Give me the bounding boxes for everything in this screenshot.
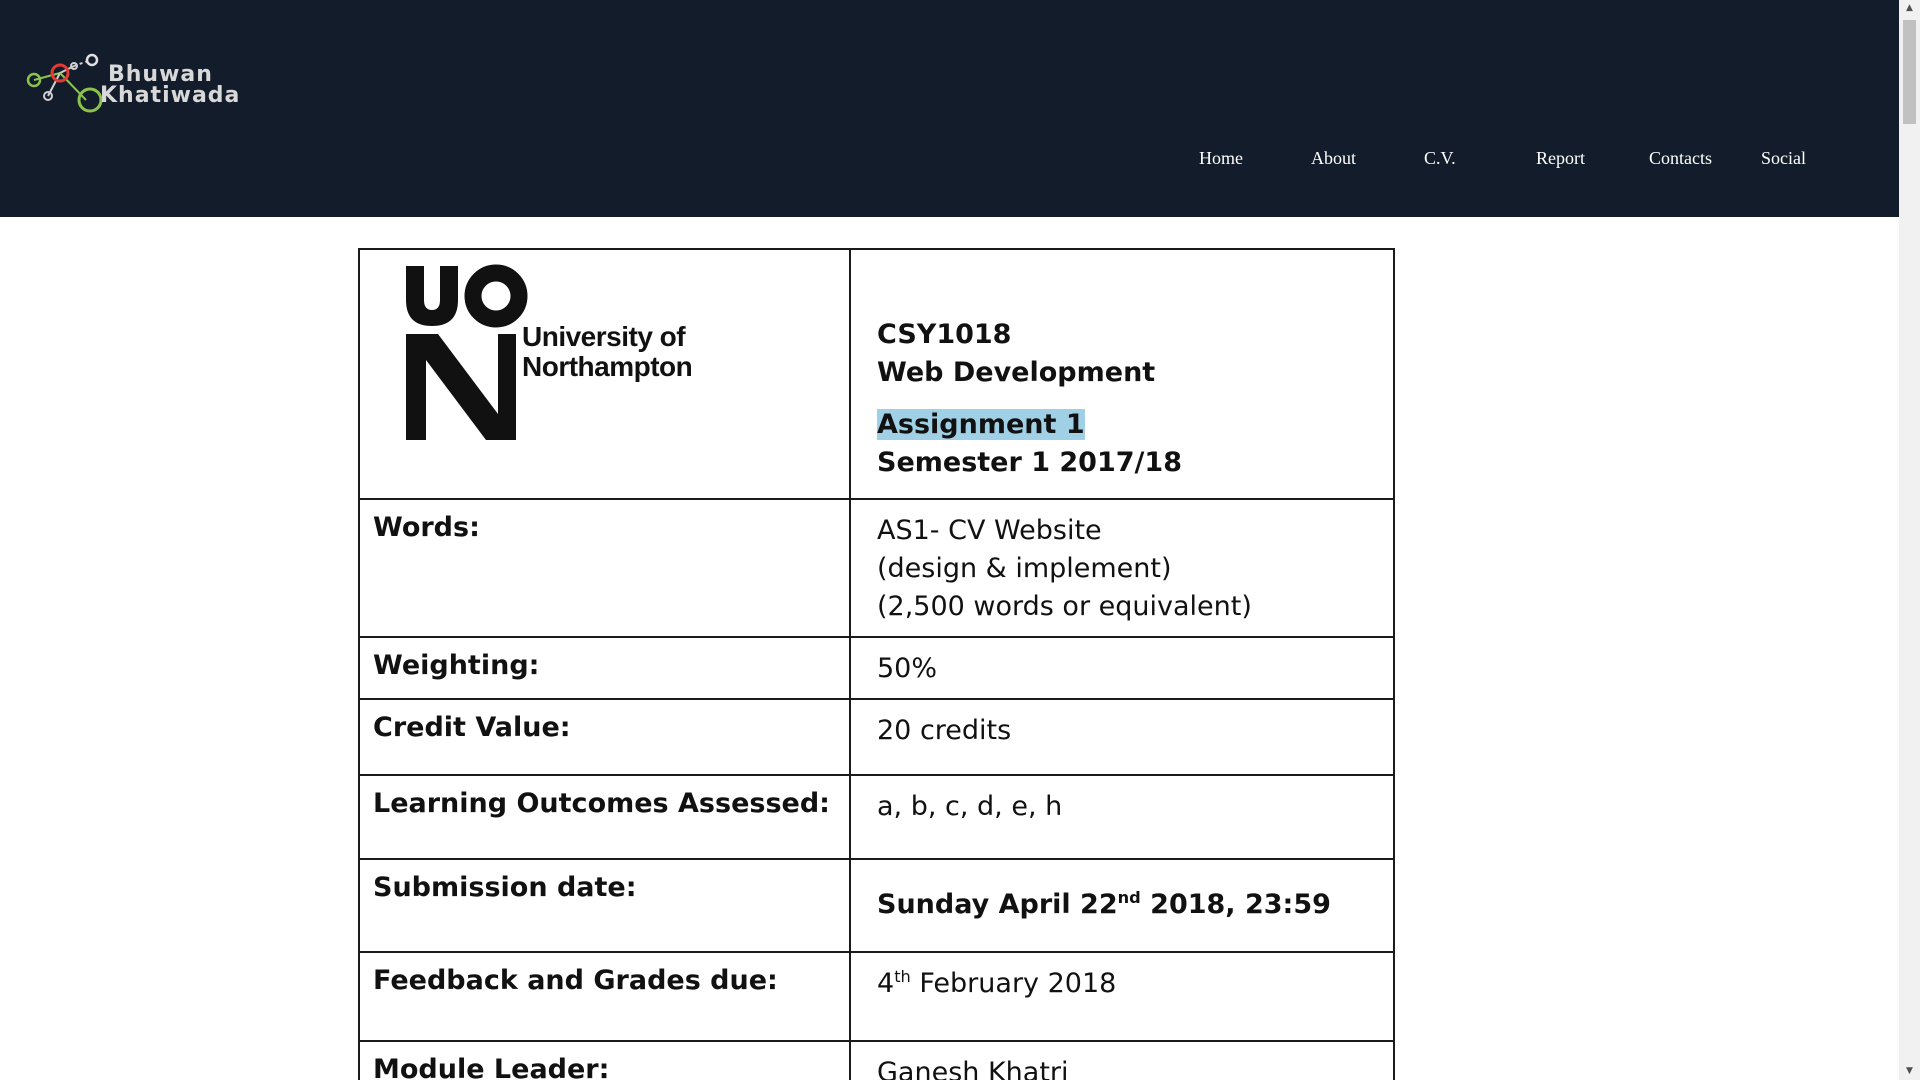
value-line: (design & implement) bbox=[877, 553, 1172, 584]
scroll-down-icon[interactable]: ▼ bbox=[1899, 1063, 1920, 1080]
date-text: 4 bbox=[877, 968, 895, 999]
main-nav: Home About C.V. Report Contacts Social bbox=[0, 148, 1899, 174]
feedback-date: 4th February 2018 bbox=[877, 965, 1393, 1003]
module-code: CSY1018 bbox=[877, 319, 1012, 350]
nav-about[interactable]: About bbox=[1311, 148, 1356, 169]
table-row-header: University of Northampton CSY1018 Web De… bbox=[358, 248, 1395, 500]
assignment-table: University of Northampton CSY1018 Web De… bbox=[358, 248, 1395, 1080]
row-value: AS1- CV Website (design & implement) (2,… bbox=[849, 498, 1395, 638]
date-suffix: th bbox=[894, 967, 911, 986]
value-line: 50% bbox=[877, 653, 938, 684]
assignment-cover-sheet: University of Northampton CSY1018 Web De… bbox=[358, 248, 1397, 1080]
university-logo-cell: University of Northampton bbox=[358, 248, 851, 500]
table-row: Submission date: Sunday April 22nd 2018,… bbox=[358, 858, 1395, 953]
table-row: Learning Outcomes Assessed: a, b, c, d, … bbox=[358, 774, 1395, 860]
row-label: Module Leader: bbox=[358, 1040, 851, 1080]
value-line: AS1- CV Website bbox=[877, 515, 1102, 546]
table-row: Feedback and Grades due: 4th February 20… bbox=[358, 951, 1395, 1042]
semester: Semester 1 2017/18 bbox=[877, 447, 1182, 478]
scroll-up-icon[interactable]: ▲ bbox=[1899, 0, 1920, 17]
table-row: Words: AS1- CV Website (design & impleme… bbox=[358, 498, 1395, 638]
row-label: Learning Outcomes Assessed: bbox=[358, 774, 851, 860]
table-row: Credit Value: 20 credits bbox=[358, 698, 1395, 776]
value-line: (2,500 words or equivalent) bbox=[877, 591, 1252, 622]
date-rest: 2018, 23:59 bbox=[1140, 889, 1331, 920]
row-value: 4th February 2018 bbox=[849, 951, 1395, 1042]
table-row: Module Leader: Ganesh Khatri bbox=[358, 1040, 1395, 1080]
logo-text: Bhuwan Khatiwada bbox=[100, 62, 240, 107]
value-line: 20 credits bbox=[877, 715, 1012, 746]
university-name: University of Northampton bbox=[522, 321, 693, 382]
scroll-thumb[interactable] bbox=[1903, 20, 1916, 124]
nav-home[interactable]: Home bbox=[1199, 148, 1243, 169]
row-value: Ganesh Khatri bbox=[849, 1040, 1395, 1080]
site-header: Bhuwan Khatiwada Home About C.V. Report … bbox=[0, 0, 1899, 217]
table-row: Weighting: 50% bbox=[358, 636, 1395, 700]
row-value: Sunday April 22nd 2018, 23:59 bbox=[849, 858, 1395, 953]
nav-report[interactable]: Report bbox=[1536, 148, 1585, 169]
university-logo: University of Northampton bbox=[404, 264, 744, 444]
row-value: a, b, c, d, e, h bbox=[849, 774, 1395, 860]
module-name: Web Development bbox=[877, 357, 1156, 388]
date-text: Sunday April 22 bbox=[877, 889, 1118, 920]
logo-name-first: Bhuwan bbox=[108, 62, 213, 87]
nav-social[interactable]: Social bbox=[1761, 148, 1806, 169]
row-value: 50% bbox=[849, 636, 1395, 700]
university-name-line1: University of bbox=[522, 321, 686, 352]
university-name-line2: Northampton bbox=[522, 351, 693, 382]
assignment-title: Assignment 1 bbox=[877, 409, 1085, 440]
row-label: Words: bbox=[358, 498, 851, 638]
row-label: Submission date: bbox=[358, 858, 851, 953]
module-title-cell: CSY1018 Web Development Assignment 1 Sem… bbox=[849, 248, 1395, 500]
nav-contacts[interactable]: Contacts bbox=[1649, 148, 1712, 169]
row-label: Feedback and Grades due: bbox=[358, 951, 851, 1042]
row-label: Weighting: bbox=[358, 636, 851, 700]
value-line: Ganesh Khatri bbox=[877, 1057, 1069, 1080]
value-line: a, b, c, d, e, h bbox=[877, 791, 1063, 822]
logo-name-last: Khatiwada bbox=[100, 83, 241, 108]
row-label: Credit Value: bbox=[358, 698, 851, 776]
site-logo[interactable]: Bhuwan Khatiwada bbox=[26, 52, 239, 122]
nav-cv[interactable]: C.V. bbox=[1424, 148, 1456, 169]
date-suffix: nd bbox=[1117, 888, 1141, 907]
row-value: 20 credits bbox=[849, 698, 1395, 776]
page-scrollbar[interactable]: ▲ ▼ bbox=[1899, 0, 1920, 1080]
submission-date: Sunday April 22nd 2018, 23:59 bbox=[877, 886, 1393, 924]
date-rest: February 2018 bbox=[910, 968, 1117, 999]
